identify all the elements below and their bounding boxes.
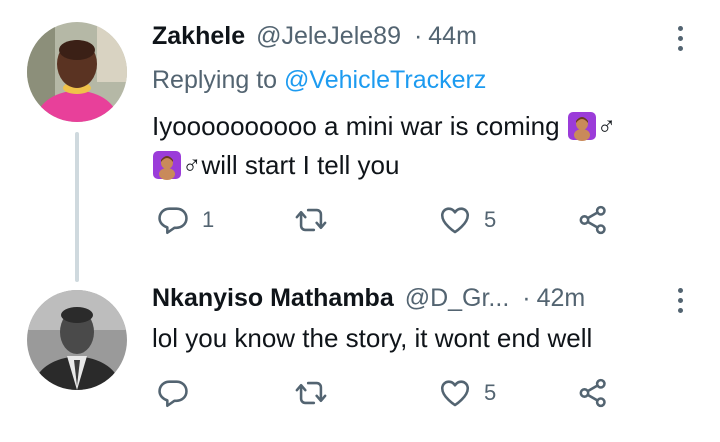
tweet-text-line1: lol you know the story, it wont end well — [152, 323, 593, 353]
avatar-nkanyiso[interactable] — [27, 290, 127, 390]
reply-icon — [158, 380, 188, 408]
male-sign: ♂ — [596, 111, 617, 141]
thread-connector-line — [75, 132, 79, 282]
share-icon — [579, 378, 606, 408]
author-name[interactable]: Zakhele — [152, 22, 245, 50]
reply-icon — [158, 207, 188, 235]
like-button[interactable]: 5 — [438, 376, 496, 410]
separator-dot: · — [413, 22, 423, 50]
woman-gesturing-ok-emoji-icon — [567, 112, 596, 141]
tweet-actions: 1 5 — [152, 203, 692, 243]
like-button[interactable]: 5 — [438, 203, 496, 237]
replying-prefix: Replying to — [152, 66, 278, 94]
tweet-text-line2: ♂will start I tell you — [182, 150, 400, 180]
tweet-zakhele[interactable]: Zakhele @JeleJele89 · 44m Replying to @Ve… — [0, 0, 720, 282]
more-options-icon[interactable] — [676, 288, 684, 313]
tweet-time[interactable]: 42m — [537, 284, 586, 312]
reply-button[interactable] — [156, 376, 202, 410]
woman-gesturing-ok-emoji-icon — [153, 151, 181, 180]
retweet-button[interactable] — [294, 203, 340, 237]
retweet-icon — [295, 208, 327, 232]
like-count: 5 — [484, 380, 497, 405]
more-options-icon[interactable] — [676, 26, 684, 51]
avatar-zakhele[interactable] — [27, 22, 127, 122]
tweet-nkanyiso[interactable]: Nkanyiso Mathamba @D_Gr... · 42m lol you … — [0, 270, 720, 442]
author-handle[interactable]: @JeleJele89 — [256, 22, 401, 50]
heart-icon — [440, 380, 470, 407]
retweet-button[interactable] — [294, 376, 340, 410]
separator-dot: · — [522, 284, 531, 312]
reply-button[interactable]: 1 — [156, 203, 214, 237]
replying-to-link[interactable]: @VehicleTrackerz — [284, 66, 486, 94]
tweet-header: Zakhele @JeleJele89 · 44m — [152, 22, 477, 51]
retweet-icon — [295, 381, 327, 405]
reply-count: 1 — [202, 207, 215, 232]
share-icon — [579, 205, 606, 235]
author-handle[interactable]: @D_Gr... — [405, 284, 510, 312]
share-button[interactable] — [576, 203, 610, 237]
like-count: 5 — [484, 207, 497, 232]
share-button[interactable] — [576, 376, 610, 410]
tweet-text: lol you know the story, it wont end well — [152, 319, 712, 358]
author-name[interactable]: Nkanyiso Mathamba — [152, 284, 394, 312]
tweet-actions: 5 — [152, 376, 692, 416]
tweet-text-line1: Iyoooooooooo a mini war is coming — [152, 111, 560, 141]
replying-to: Replying to @VehicleTrackerz — [152, 66, 486, 95]
tweet-text: Iyoooooooooo a mini war is coming ♂ ♂wil… — [152, 107, 712, 185]
tweet-time[interactable]: 44m — [428, 22, 477, 50]
tweet-header: Nkanyiso Mathamba @D_Gr... · 42m — [152, 284, 585, 313]
heart-icon — [440, 207, 470, 234]
